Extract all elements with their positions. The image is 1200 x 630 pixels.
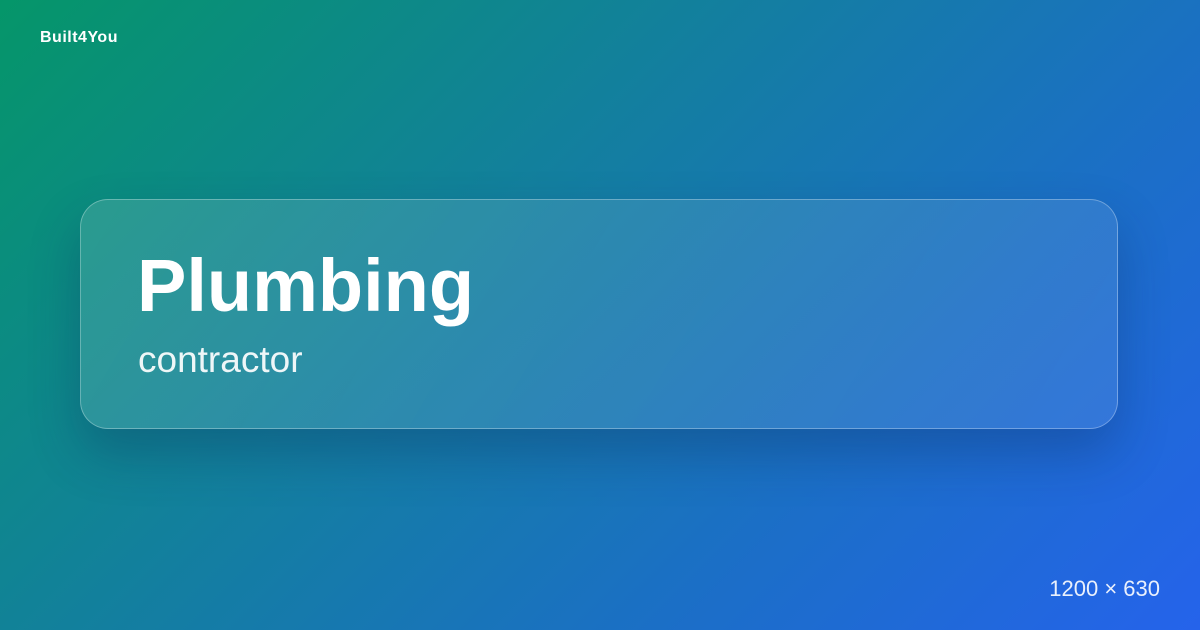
- title-card: Plumbing contractor: [80, 199, 1118, 429]
- page-title: Plumbing: [137, 244, 475, 327]
- og-image-canvas: { "brand": { "name": "Built4You" }, "car…: [0, 0, 1200, 630]
- brand-logo-text: Built4You: [40, 29, 118, 46]
- dimensions-label: 1200 × 630: [1049, 576, 1160, 601]
- page-subtitle: contractor: [138, 339, 303, 380]
